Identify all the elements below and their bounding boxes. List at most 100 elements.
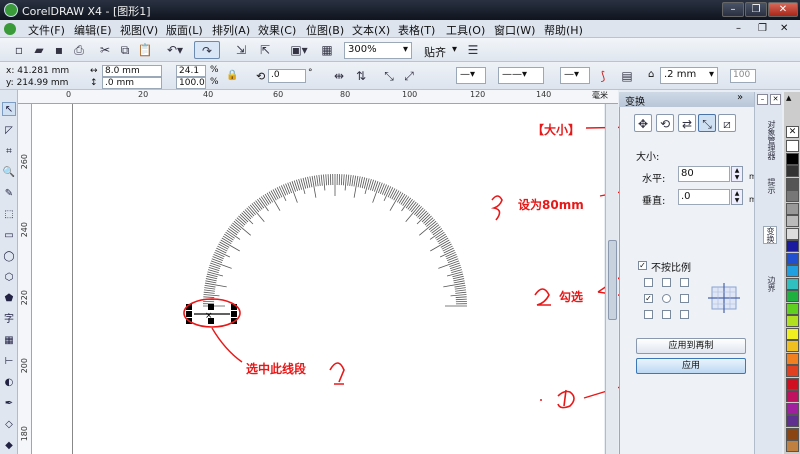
color-swatch[interactable] xyxy=(786,377,799,390)
color-swatch[interactable] xyxy=(786,202,799,215)
color-swatch[interactable] xyxy=(786,252,799,265)
rotate-tab-icon[interactable]: ⟲ xyxy=(656,114,674,132)
protractor-tick xyxy=(325,174,327,186)
color-swatch[interactable] xyxy=(786,440,799,452)
color-swatch[interactable] xyxy=(786,165,799,177)
tab-transform[interactable]: 变换 xyxy=(763,226,777,244)
non-proportional-checkbox[interactable]: ✓ xyxy=(638,261,647,270)
protractor-tick xyxy=(205,280,217,284)
protractor-tick xyxy=(233,220,251,236)
protractor-tick xyxy=(316,175,319,187)
protractor-tick xyxy=(398,193,406,204)
anchor-bottom-left[interactable] xyxy=(644,310,653,319)
anchor-top-left[interactable] xyxy=(644,278,653,287)
anchor-center[interactable] xyxy=(662,294,671,303)
docker-header: 变换 » xyxy=(619,92,754,108)
tab-boundary[interactable]: 边界 xyxy=(763,276,777,292)
protractor-tick xyxy=(343,174,345,186)
color-swatch[interactable] xyxy=(786,340,799,352)
protractor-tick xyxy=(203,291,215,294)
protractor-tick xyxy=(203,296,215,298)
protractor-tick xyxy=(262,195,270,205)
protractor-tick xyxy=(379,183,385,194)
color-swatch[interactable] xyxy=(786,352,799,365)
skew-tab-icon[interactable]: ⧄ xyxy=(718,114,736,132)
protractor-tick xyxy=(419,220,437,236)
size-tab-icon[interactable]: ⤡ xyxy=(698,114,716,132)
protractor-tick xyxy=(309,176,313,188)
protractor-tick xyxy=(453,280,465,284)
height-input[interactable]: .0 xyxy=(678,189,730,205)
scrollbar-thumb[interactable] xyxy=(608,240,617,320)
protractor-tick xyxy=(349,174,352,186)
protractor-tick xyxy=(307,176,311,188)
protractor-tick xyxy=(285,183,291,194)
protractor-tick xyxy=(280,185,287,196)
color-swatch[interactable] xyxy=(786,240,799,252)
palette-scroll-up-icon[interactable]: ▲ xyxy=(786,94,791,102)
color-swatch[interactable] xyxy=(786,315,799,327)
protractor-tick xyxy=(443,247,454,254)
tab-object-manager[interactable]: 对象管理器 xyxy=(763,120,777,160)
protractor-tick xyxy=(455,298,467,301)
anchor-bottom-center[interactable] xyxy=(662,310,671,319)
color-swatch[interactable] xyxy=(786,390,799,402)
no-color-swatch[interactable]: ✕ xyxy=(786,126,799,138)
color-swatch[interactable] xyxy=(786,190,799,202)
width-input[interactable]: 80 xyxy=(678,166,730,182)
anchor-top-center[interactable] xyxy=(662,278,671,287)
color-swatch[interactable] xyxy=(786,415,799,427)
docker-title: 变换 xyxy=(625,97,645,108)
docker-minimize-icon[interactable]: – xyxy=(757,94,768,105)
color-swatch[interactable] xyxy=(786,302,799,315)
svg-text:×: × xyxy=(205,311,213,321)
color-swatch[interactable] xyxy=(786,140,799,152)
protractor-tick xyxy=(364,178,370,195)
docker-collapse-icon[interactable]: » xyxy=(737,92,743,103)
anchor-middle-right[interactable] xyxy=(680,294,689,303)
apply-to-duplicate-button[interactable]: 应用到再制 xyxy=(636,338,746,354)
height-label: 垂直: xyxy=(642,196,666,207)
protractor-tick xyxy=(320,174,323,186)
protractor-tick xyxy=(323,174,326,191)
protractor-tick xyxy=(203,289,215,292)
apply-button[interactable]: 应用 xyxy=(636,358,746,374)
color-swatch[interactable] xyxy=(786,365,799,377)
protractor-tick xyxy=(283,184,289,195)
color-swatch[interactable] xyxy=(786,265,799,277)
protractor-tick xyxy=(207,271,224,277)
annotation-step2: 勾选 xyxy=(559,290,584,304)
color-swatch[interactable] xyxy=(786,277,799,290)
protractor-tick xyxy=(270,190,277,201)
color-swatch[interactable] xyxy=(786,215,799,227)
color-swatch[interactable] xyxy=(786,327,799,340)
color-swatch[interactable] xyxy=(786,227,799,240)
docker-close-icon[interactable]: ✕ xyxy=(770,94,781,105)
color-swatch[interactable] xyxy=(786,402,799,415)
protractor-tick xyxy=(304,177,309,189)
anchor-middle-left[interactable]: ✓ xyxy=(644,294,653,303)
protractor-tick xyxy=(206,275,218,280)
protractor-tick xyxy=(214,251,225,258)
tab-hints[interactable]: 提示 xyxy=(763,178,777,194)
anchor-bottom-right[interactable] xyxy=(680,310,689,319)
protractor-tick xyxy=(452,275,464,280)
protractor-tick xyxy=(213,254,224,260)
width-spinner[interactable]: ▲ ▼ xyxy=(731,166,743,182)
height-spinner[interactable]: ▲ ▼ xyxy=(731,189,743,205)
color-swatch[interactable] xyxy=(786,152,799,165)
protractor-tick xyxy=(327,174,330,186)
color-swatch[interactable] xyxy=(786,177,799,190)
protractor-tick xyxy=(313,175,317,187)
position-tab-icon[interactable]: ✥ xyxy=(634,114,652,132)
scale-mirror-tab-icon[interactable]: ⇄ xyxy=(678,114,696,132)
protractor-tick xyxy=(204,284,216,288)
protractor-tick xyxy=(429,229,444,240)
color-swatch[interactable] xyxy=(786,290,799,302)
protractor-tick xyxy=(212,256,223,262)
vertical-scrollbar[interactable] xyxy=(605,104,618,454)
anchor-top-right[interactable] xyxy=(680,278,689,287)
protractor-tick xyxy=(205,278,217,282)
protractor-tick xyxy=(272,189,279,200)
color-swatch[interactable] xyxy=(786,427,799,440)
